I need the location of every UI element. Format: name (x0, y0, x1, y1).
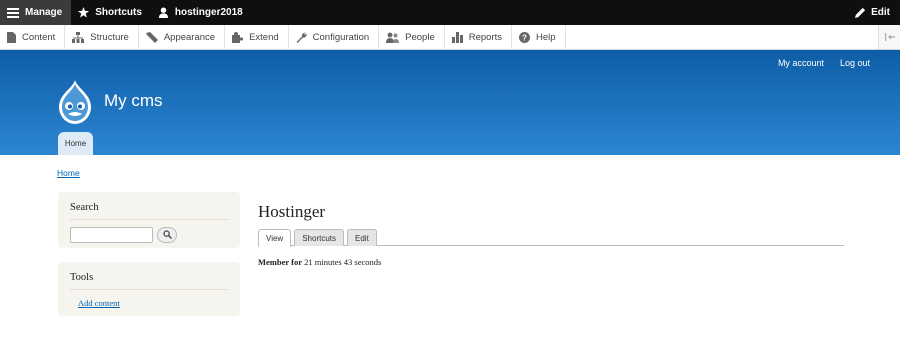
tray-item-structure[interactable]: Structure (65, 24, 139, 50)
tray-item-label: Structure (90, 31, 129, 43)
svg-text:?: ? (522, 33, 527, 42)
extend-icon (232, 31, 244, 43)
collapse-arrow-icon (884, 28, 895, 46)
shortcuts-label: Shortcuts (95, 7, 142, 18)
search-icon (162, 226, 172, 244)
member-for-label: Member for (258, 257, 302, 267)
logout-link[interactable]: Log out (840, 58, 870, 68)
member-for-value: 21 minutes 43 seconds (304, 257, 382, 267)
admin-toolbar: Manage Shortcuts hostinger2018 Edit (0, 0, 900, 25)
my-account-link[interactable]: My account (778, 58, 824, 68)
structure-icon (72, 31, 85, 43)
tray-item-label: Extend (249, 31, 279, 43)
reports-icon (451, 31, 463, 43)
shortcuts-button[interactable]: Shortcuts (71, 0, 151, 25)
site-header: My account Log out My cms Home (0, 50, 900, 155)
breadcrumb-home[interactable]: Home (57, 168, 80, 178)
tray-item-help[interactable]: ? Help (512, 24, 566, 50)
tab-shortcuts[interactable]: Shortcuts (294, 229, 344, 246)
tray-item-appearance[interactable]: Appearance (139, 24, 226, 50)
manage-label: Manage (25, 7, 63, 18)
tab-home[interactable]: Home (58, 132, 93, 155)
pencil-icon (855, 7, 866, 18)
people-icon (386, 32, 400, 43)
tray-item-label: Help (536, 31, 556, 43)
edit-toggle-button[interactable]: Edit (855, 0, 890, 25)
tools-block-title: Tools (70, 272, 228, 290)
content-icon (7, 31, 16, 43)
tab-view[interactable]: View (258, 229, 292, 247)
tray-item-label: People (405, 31, 435, 43)
member-for-info: Member for 21 minutes 43 seconds (258, 257, 381, 267)
add-content-link[interactable]: Add content (78, 298, 228, 308)
user-icon (158, 7, 169, 18)
tray-item-extend[interactable]: Extend (225, 24, 289, 50)
appearance-icon (145, 31, 158, 43)
tray-item-reports[interactable]: Reports (445, 24, 513, 50)
search-input[interactable] (70, 227, 153, 243)
manage-button[interactable]: Manage (0, 0, 72, 25)
star-icon (78, 7, 90, 18)
site-name[interactable]: My cms (104, 91, 163, 111)
search-form (70, 227, 228, 243)
search-block-title: Search (70, 202, 228, 220)
tab-edit[interactable]: Edit (347, 229, 377, 246)
user-button[interactable]: hostinger2018 (151, 0, 252, 25)
tray-item-label: Configuration (312, 31, 370, 43)
search-button[interactable] (157, 227, 177, 243)
search-block: Search (58, 192, 240, 248)
tray-item-label: Reports (468, 31, 503, 43)
user-label: hostinger2018 (174, 7, 243, 18)
tools-block: Tools Add content (58, 262, 240, 316)
tray-orientation-toggle[interactable] (878, 25, 900, 49)
tray-item-content[interactable]: Content (0, 24, 66, 50)
local-tasks: View Shortcuts Edit (258, 229, 844, 247)
tray-item-label: Appearance (163, 31, 216, 43)
wrench-icon (296, 32, 307, 43)
hamburger-icon (7, 7, 19, 18)
page-title: Hostinger (258, 202, 326, 221)
tray-item-configuration[interactable]: Configuration (289, 24, 380, 50)
help-icon: ? (519, 31, 531, 43)
secondary-menu: My account Log out (778, 58, 870, 68)
admin-tray: Content Structure Appearance Extend Conf… (0, 24, 900, 50)
drupal-logo-icon[interactable] (55, 80, 95, 124)
tray-item-people[interactable]: People (379, 24, 445, 50)
edit-label: Edit (871, 7, 890, 18)
tray-item-label: Content (22, 31, 56, 43)
